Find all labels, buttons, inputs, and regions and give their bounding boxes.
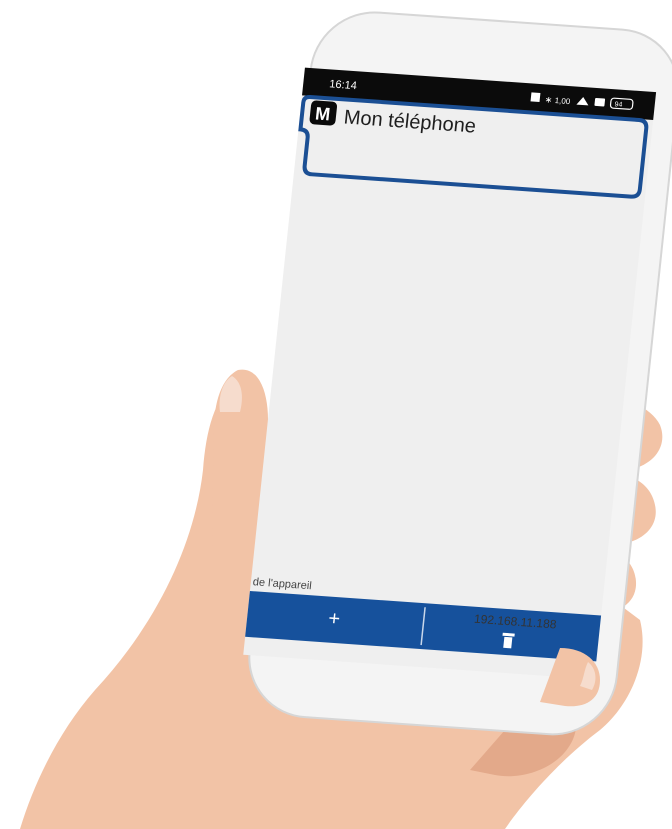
- battery-level: 94: [614, 101, 623, 109]
- network-speed: 1,00: [554, 96, 571, 106]
- photo-scene: 16:14 ∗ 1,00 94 M Mon téléphone de l'app…: [20, 11, 672, 829]
- nfc-icon: [530, 92, 541, 103]
- phone: 16:14 ∗ 1,00 94 M Mon téléphone de l'app…: [243, 11, 672, 736]
- app-logo-letter: M: [314, 103, 331, 124]
- status-time: 16:14: [329, 78, 358, 92]
- camera-icon: [594, 97, 606, 107]
- add-icon: +: [327, 608, 341, 631]
- bluetooth-icon: ∗: [544, 94, 553, 104]
